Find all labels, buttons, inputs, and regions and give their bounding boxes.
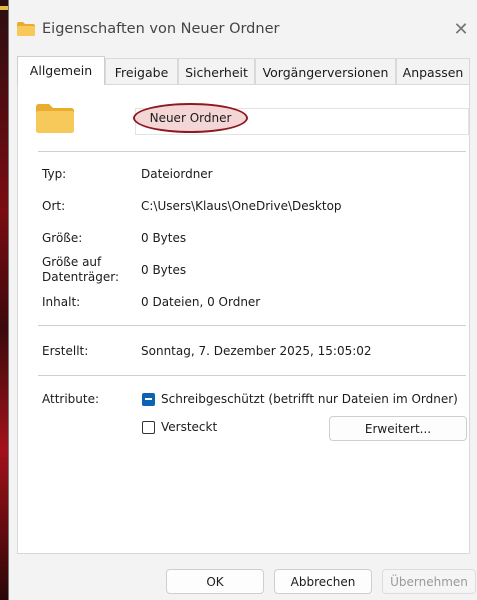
size-value: 0 Bytes <box>141 231 187 245</box>
location-value: C:\Users\Klaus\OneDrive\Desktop <box>141 199 342 213</box>
hidden-label[interactable]: Versteckt <box>161 420 217 434</box>
ok-button-label: OK <box>206 574 224 589</box>
size-on-disk-value: 0 Bytes <box>141 263 187 277</box>
tab-strip: Allgemein Freigabe Sicherheit Vorgängerv… <box>17 56 470 85</box>
location-label: Ort: <box>42 199 66 213</box>
cancel-button[interactable]: Abbrechen <box>274 569 372 594</box>
properties-dialog: Eigenschaften von Neuer Ordner ✕ Allgeme… <box>8 0 477 600</box>
apply-button[interactable]: Übernehmen <box>382 569 476 594</box>
folder-name-text: Neuer Ordner <box>149 111 232 125</box>
folder-icon <box>17 22 35 36</box>
general-panel: Neuer Ordner Typ: Dateiordner Ort: C:\Us… <box>17 84 470 554</box>
divider <box>38 325 466 326</box>
folder-icon <box>36 103 74 133</box>
tab-freigabe[interactable]: Freigabe <box>105 58 178 84</box>
type-label: Typ: <box>42 167 67 181</box>
title-bar[interactable]: Eigenschaften von Neuer Ordner ✕ <box>9 0 477 50</box>
apply-button-label: Übernehmen <box>390 574 468 589</box>
ok-button[interactable]: OK <box>166 569 264 594</box>
divider <box>38 151 466 152</box>
close-button[interactable]: ✕ <box>444 12 477 46</box>
size-on-disk-label: Größe auf Datenträger: <box>42 255 120 284</box>
advanced-button-label: Erweitert... <box>364 421 432 436</box>
close-icon: ✕ <box>453 18 469 40</box>
type-value: Dateiordner <box>141 167 213 181</box>
contents-label: Inhalt: <box>42 295 81 309</box>
tab-vorgaengerversionen[interactable]: Vorgängerversionen <box>255 58 396 84</box>
hidden-checkbox[interactable] <box>142 421 155 434</box>
folder-name-highlight[interactable]: Neuer Ordner <box>133 103 248 133</box>
cancel-button-label: Abbrechen <box>290 574 356 589</box>
created-value: Sonntag, 7. Dezember 2025, 15:05:02 <box>141 344 372 358</box>
advanced-button[interactable]: Erweitert... <box>329 416 467 441</box>
tab-anpassen[interactable]: Anpassen <box>396 58 470 84</box>
tab-allgemein[interactable]: Allgemein <box>17 56 105 85</box>
tab-sicherheit[interactable]: Sicherheit <box>178 58 255 84</box>
attributes-label: Attribute: <box>42 392 100 406</box>
window-title: Eigenschaften von Neuer Ordner <box>42 21 280 37</box>
contents-value: 0 Dateien, 0 Ordner <box>141 295 261 309</box>
divider <box>38 375 466 376</box>
readonly-checkbox[interactable] <box>142 393 155 406</box>
readonly-label[interactable]: Schreibgeschützt (betrifft nur Dateien i… <box>161 392 458 406</box>
size-label: Größe: <box>42 231 83 245</box>
created-label: Erstellt: <box>42 344 89 358</box>
